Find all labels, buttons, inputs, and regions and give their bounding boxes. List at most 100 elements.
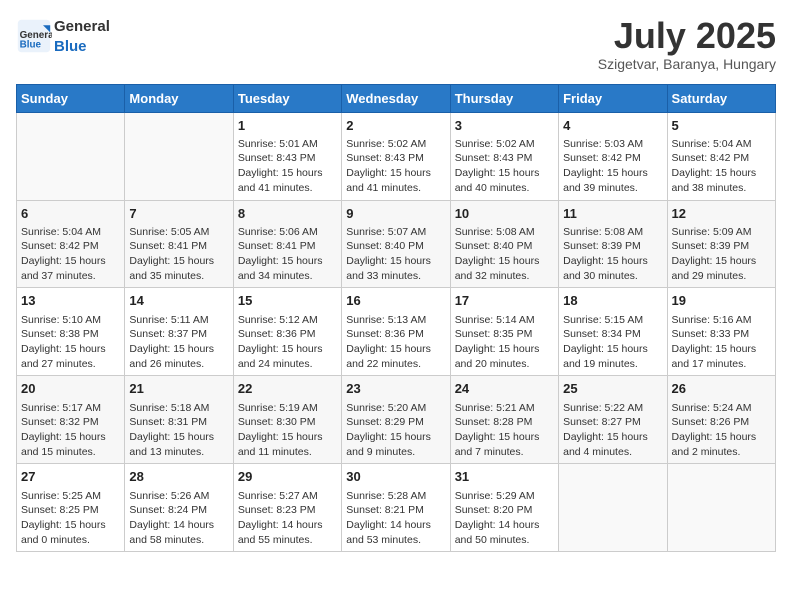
day-info: Sunrise: 5:14 AM Sunset: 8:35 PM Dayligh… — [455, 313, 554, 372]
day-number: 15 — [238, 292, 337, 310]
calendar-cell: 21 Sunrise: 5:18 AM Sunset: 8:31 PM Dayli… — [125, 376, 233, 464]
calendar-cell: 9 Sunrise: 5:07 AM Sunset: 8:40 PM Daylig… — [342, 200, 450, 288]
logo: General Blue General Blue — [16, 16, 110, 56]
day-info: Sunrise: 5:17 AM Sunset: 8:32 PM Dayligh… — [21, 401, 120, 460]
column-header-tuesday: Tuesday — [233, 84, 341, 112]
column-header-wednesday: Wednesday — [342, 84, 450, 112]
calendar-cell: 20Sunrise: 5:17 AM Sunset: 8:32 PM Dayli… — [17, 376, 125, 464]
calendar-cell — [125, 112, 233, 200]
day-info: Sunrise: 5:02 AM Sunset: 8:43 PM Dayligh… — [346, 137, 445, 196]
day-number: 4 — [563, 117, 662, 135]
title-block: July 2025 Szigetvar, Baranya, Hungary — [598, 16, 776, 72]
day-number: 27 — [21, 468, 120, 486]
day-number: 12 — [672, 205, 771, 223]
day-number: 9 — [346, 205, 445, 223]
day-info: Sunrise: 5:02 AM Sunset: 8:43 PM Dayligh… — [455, 137, 554, 196]
day-info: Sunrise: 5:13 AM Sunset: 8:36 PM Dayligh… — [346, 313, 445, 372]
day-info: Sunrise: 5:12 AM Sunset: 8:36 PM Dayligh… — [238, 313, 337, 372]
day-number: 6 — [21, 205, 120, 223]
month-year-title: July 2025 — [598, 16, 776, 56]
calendar-cell: 17 Sunrise: 5:14 AM Sunset: 8:35 PM Dayli… — [450, 288, 558, 376]
calendar-cell: 26 Sunrise: 5:24 AM Sunset: 8:26 PM Dayli… — [667, 376, 775, 464]
day-number: 7 — [129, 205, 228, 223]
day-info: Sunrise: 5:06 AM Sunset: 8:41 PM Dayligh… — [238, 225, 337, 284]
day-number: 10 — [455, 205, 554, 223]
calendar-cell: 7 Sunrise: 5:05 AM Sunset: 8:41 PM Daylig… — [125, 200, 233, 288]
logo-icon: General Blue — [16, 18, 52, 54]
day-info: Sunrise: 5:01 AM Sunset: 8:43 PM Dayligh… — [238, 137, 337, 196]
day-number: 26 — [672, 380, 771, 398]
calendar-cell: 24 Sunrise: 5:21 AM Sunset: 8:28 PM Dayli… — [450, 376, 558, 464]
calendar-cell — [17, 112, 125, 200]
day-number: 23 — [346, 380, 445, 398]
page-header: General Blue General Blue July 2025 Szig… — [16, 16, 776, 72]
column-header-monday: Monday — [125, 84, 233, 112]
day-number: 24 — [455, 380, 554, 398]
day-info: Sunrise: 5:27 AM Sunset: 8:23 PM Dayligh… — [238, 489, 337, 548]
calendar-cell: 13 Sunrise: 5:10 AM Sunset: 8:38 PM Dayli… — [17, 288, 125, 376]
day-number: 18 — [563, 292, 662, 310]
calendar-cell — [559, 464, 667, 552]
calendar-cell: 14Sunrise: 5:11 AM Sunset: 8:37 PM Dayli… — [125, 288, 233, 376]
day-info: Sunrise: 5:07 AM Sunset: 8:40 PM Dayligh… — [346, 225, 445, 284]
day-number: 30 — [346, 468, 445, 486]
day-info: Sunrise: 5:19 AM Sunset: 8:30 PM Dayligh… — [238, 401, 337, 460]
calendar-cell: 4 Sunrise: 5:03 AM Sunset: 8:42 PM Daylig… — [559, 112, 667, 200]
svg-text:Blue: Blue — [20, 39, 42, 50]
day-number: 14 — [129, 292, 228, 310]
calendar-week-row: 27Sunrise: 5:25 AM Sunset: 8:25 PM Dayli… — [17, 464, 776, 552]
calendar-cell: 18Sunrise: 5:15 AM Sunset: 8:34 PM Dayli… — [559, 288, 667, 376]
calendar-cell: 31Sunrise: 5:29 AM Sunset: 8:20 PM Dayli… — [450, 464, 558, 552]
day-info: Sunrise: 5:22 AM Sunset: 8:27 PM Dayligh… — [563, 401, 662, 460]
calendar-week-row: 6 Sunrise: 5:04 AM Sunset: 8:42 PM Daylig… — [17, 200, 776, 288]
day-info: Sunrise: 5:28 AM Sunset: 8:21 PM Dayligh… — [346, 489, 445, 548]
calendar-cell — [667, 464, 775, 552]
day-number: 13 — [21, 292, 120, 310]
day-number: 2 — [346, 117, 445, 135]
calendar-cell: 23 Sunrise: 5:20 AM Sunset: 8:29 PM Dayli… — [342, 376, 450, 464]
day-info: Sunrise: 5:18 AM Sunset: 8:31 PM Dayligh… — [129, 401, 228, 460]
day-number: 21 — [129, 380, 228, 398]
day-number: 17 — [455, 292, 554, 310]
calendar-cell: 27Sunrise: 5:25 AM Sunset: 8:25 PM Dayli… — [17, 464, 125, 552]
day-info: Sunrise: 5:03 AM Sunset: 8:42 PM Dayligh… — [563, 137, 662, 196]
day-number: 8 — [238, 205, 337, 223]
day-info: Sunrise: 5:09 AM Sunset: 8:39 PM Dayligh… — [672, 225, 771, 284]
day-number: 19 — [672, 292, 771, 310]
day-info: Sunrise: 5:10 AM Sunset: 8:38 PM Dayligh… — [21, 313, 120, 372]
day-number: 16 — [346, 292, 445, 310]
day-info: Sunrise: 5:29 AM Sunset: 8:20 PM Dayligh… — [455, 489, 554, 548]
calendar-cell: 8 Sunrise: 5:06 AM Sunset: 8:41 PM Daylig… — [233, 200, 341, 288]
calendar-cell: 28Sunrise: 5:26 AM Sunset: 8:24 PM Dayli… — [125, 464, 233, 552]
calendar-table: SundayMondayTuesdayWednesdayThursdayFrid… — [16, 84, 776, 553]
day-info: Sunrise: 5:05 AM Sunset: 8:41 PM Dayligh… — [129, 225, 228, 284]
calendar-cell: 25 Sunrise: 5:22 AM Sunset: 8:27 PM Dayli… — [559, 376, 667, 464]
day-info: Sunrise: 5:20 AM Sunset: 8:29 PM Dayligh… — [346, 401, 445, 460]
calendar-cell: 10 Sunrise: 5:08 AM Sunset: 8:40 PM Dayli… — [450, 200, 558, 288]
logo-general-text: General Blue — [54, 16, 110, 56]
calendar-cell: 19 Sunrise: 5:16 AM Sunset: 8:33 PM Dayli… — [667, 288, 775, 376]
location-subtitle: Szigetvar, Baranya, Hungary — [598, 56, 776, 72]
day-number: 11 — [563, 205, 662, 223]
calendar-cell: 30 Sunrise: 5:28 AM Sunset: 8:21 PM Dayli… — [342, 464, 450, 552]
day-info: Sunrise: 5:08 AM Sunset: 8:39 PM Dayligh… — [563, 225, 662, 284]
day-info: Sunrise: 5:21 AM Sunset: 8:28 PM Dayligh… — [455, 401, 554, 460]
day-number: 25 — [563, 380, 662, 398]
day-number: 5 — [672, 117, 771, 135]
calendar-cell: 22Sunrise: 5:19 AM Sunset: 8:30 PM Dayli… — [233, 376, 341, 464]
day-info: Sunrise: 5:08 AM Sunset: 8:40 PM Dayligh… — [455, 225, 554, 284]
day-info: Sunrise: 5:04 AM Sunset: 8:42 PM Dayligh… — [21, 225, 120, 284]
calendar-cell: 11 Sunrise: 5:08 AM Sunset: 8:39 PM Dayli… — [559, 200, 667, 288]
day-info: Sunrise: 5:16 AM Sunset: 8:33 PM Dayligh… — [672, 313, 771, 372]
day-number: 3 — [455, 117, 554, 135]
calendar-header-row: SundayMondayTuesdayWednesdayThursdayFrid… — [17, 84, 776, 112]
calendar-week-row: 20Sunrise: 5:17 AM Sunset: 8:32 PM Dayli… — [17, 376, 776, 464]
day-info: Sunrise: 5:04 AM Sunset: 8:42 PM Dayligh… — [672, 137, 771, 196]
column-header-sunday: Sunday — [17, 84, 125, 112]
day-info: Sunrise: 5:24 AM Sunset: 8:26 PM Dayligh… — [672, 401, 771, 460]
column-header-thursday: Thursday — [450, 84, 558, 112]
calendar-cell: 5 Sunrise: 5:04 AM Sunset: 8:42 PM Daylig… — [667, 112, 775, 200]
day-number: 29 — [238, 468, 337, 486]
day-info: Sunrise: 5:26 AM Sunset: 8:24 PM Dayligh… — [129, 489, 228, 548]
calendar-cell: 15 Sunrise: 5:12 AM Sunset: 8:36 PM Dayli… — [233, 288, 341, 376]
